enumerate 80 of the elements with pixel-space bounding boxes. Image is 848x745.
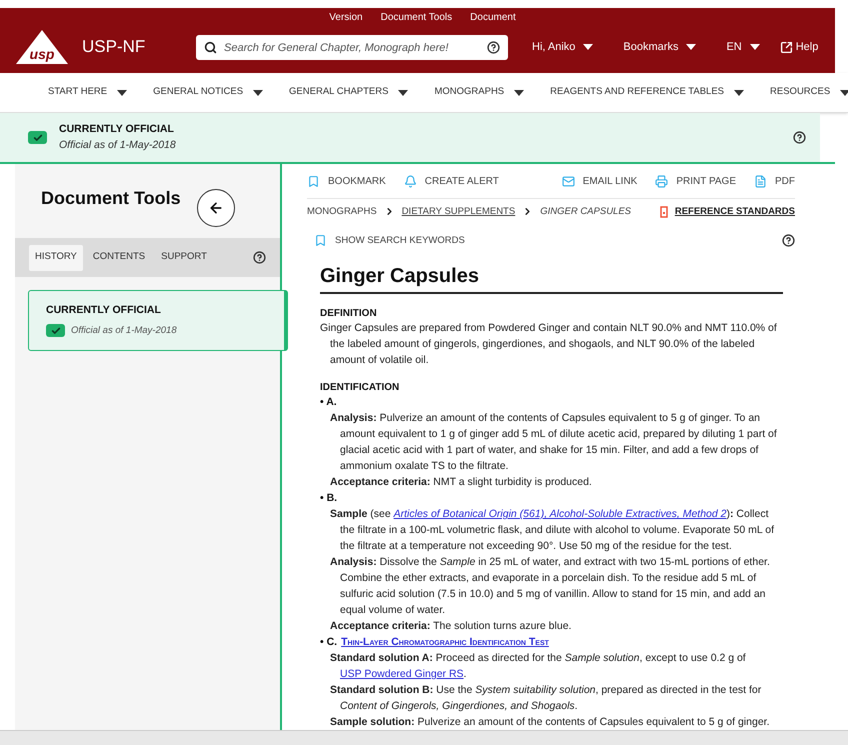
tab[interactable]: HISTORY	[29, 244, 83, 270]
reference-standards-link[interactable]: REFERENCE STANDARDS	[674, 204, 795, 219]
top-link[interactable]: Version	[329, 10, 363, 25]
vial-icon	[660, 206, 668, 218]
arrow-left-icon	[208, 200, 224, 216]
caret-icon	[253, 90, 264, 96]
toolbar-button[interactable]: PDF	[754, 174, 795, 190]
back-button[interactable]	[196, 189, 235, 227]
caret-icon	[734, 90, 744, 96]
external-link-icon	[780, 40, 793, 54]
item-label: • A.	[320, 395, 337, 410]
breadcrumb-item: MONOGRAPHS	[307, 204, 377, 219]
help-icon[interactable]	[487, 40, 500, 54]
header-menu[interactable]: EN	[726, 38, 760, 56]
paragraph: Ginger Capsules are prepared from Powdered Ginger and contain NLT 90.0% and NMT 110.0% of the labeled amount of gingerols, gingerdiones, and shogaols, and NLT 90.0% of the labeled amount of volatile oil.	[320, 321, 778, 368]
paragraph: Sample solution: Pulverize an amount of the contents of Capsules equivalent to 5 g of ginger.	[329, 715, 770, 730]
help-icon[interactable]	[782, 234, 795, 248]
caret-icon	[583, 44, 594, 50]
printer-icon	[655, 175, 668, 188]
nav-menu[interactable]: MONOGRAPHS	[434, 85, 524, 100]
document-title: Ginger Capsules	[320, 258, 783, 294]
bell-icon	[404, 175, 417, 188]
bookmark-icon	[307, 175, 320, 188]
status-title: CURRENTLY OFFICIAL	[59, 122, 175, 137]
history-date: Official as of 1-May-2018	[71, 324, 177, 338]
section-heading: IDENTIFICATION	[320, 382, 400, 394]
sidebar-title: Document Tools	[41, 186, 181, 210]
link[interactable]: Articles of Botanical Origin (561), Alcohol-Soluble Extractives, Method 2	[394, 508, 726, 520]
check-icon	[32, 132, 42, 142]
caret-icon	[840, 90, 848, 96]
item-label: • B.	[320, 491, 338, 506]
nav-menu[interactable]: GENERAL NOTICES	[153, 85, 264, 100]
breadcrumb-item: GINGER CAPSULES	[540, 204, 632, 219]
breadcrumb-item[interactable]: DIETARY SUPPLEMENTS	[402, 204, 516, 219]
nav-menu[interactable]: START HERE	[48, 85, 128, 100]
header-menu[interactable]: Bookmarks	[623, 38, 696, 56]
toolbar-button[interactable]: BOOKMARK	[307, 174, 386, 190]
tab[interactable]: CONTENTS	[86, 244, 152, 270]
bookmark-icon	[314, 234, 327, 248]
caret-icon	[514, 90, 524, 96]
toolbar-button[interactable]: CREATE ALERT	[404, 174, 499, 190]
nav-menu[interactable]: RESOURCES	[770, 85, 848, 100]
mail-icon	[562, 175, 575, 188]
history-card[interactable]: CURRENTLY OFFICIAL Official as of 1-May-2018	[28, 290, 288, 351]
link[interactable]: USP Powdered Ginger RS	[340, 668, 464, 680]
logo[interactable]: usp	[16, 30, 68, 64]
toolbar-button[interactable]: PRINT PAGE	[655, 174, 736, 190]
search-field[interactable]: Search for General Chapter, Monograph here!	[196, 35, 508, 60]
caret-icon	[398, 90, 408, 96]
nav-menu[interactable]: GENERAL CHAPTERS	[289, 85, 408, 100]
search-icon	[204, 40, 217, 54]
top-link[interactable]: Document	[470, 10, 516, 25]
top-link[interactable]: Document Tools	[380, 10, 452, 25]
paragraph: Sample (see Articles of Botanical Origin (561), Alcohol-Soluble Extractives, Method 2): Collect the filtrate in a 100-mL volumetric flask, and dilute with alcohol to volume. Evaporate 50 mL of the filtrate at a temperature not exceeding 90°. Use 50 mg of the residue for the test.	[329, 507, 776, 554]
item-label: • C.	[320, 635, 338, 650]
horizontal-scrollbar[interactable]	[0, 730, 848, 745]
test-link[interactable]: Thin-Layer Chromatographic Identification Test	[341, 634, 549, 650]
keywords-toggle[interactable]: SHOW SEARCH KEYWORDS	[314, 234, 465, 248]
header-menu[interactable]: Hi, Aniko	[532, 38, 594, 56]
help-icon[interactable]	[253, 251, 266, 264]
nav-menu[interactable]: REAGENTS AND REFERENCE TABLES	[550, 85, 744, 100]
document-icon	[754, 175, 767, 188]
help-link[interactable]: Help	[780, 38, 818, 56]
history-title: CURRENTLY OFFICIAL	[46, 303, 162, 318]
paragraph: Standard solution B: Use the System suitability solution, prepared as directed in the test for Content of Gingerols, Gingerdiones, and Shogaols.	[329, 683, 762, 714]
toolbar-button[interactable]: EMAIL LINK	[562, 174, 638, 190]
paragraph: Analysis: Dissolve the Sample in 25 mL of water, and extract with two 15-mL portions of ether. Combine the ether extracts, and evaporate in a porcelain dish. To the residue add 5 mL of sulfuric acid solution (7.5 in 10.0) and 5 mg of vanillin. Allow to stand for 15 min, and add an equal volume of water.	[329, 555, 771, 618]
paragraph: Analysis: Pulverize an amount of the contents of Capsules equivalent to 5 g of ginger. To an amount equivalent to 1 g of ginger add 5 mL of dilute acetic acid, prepared by diluting 1 part of glacial acetic acid with 1 part of water, and shake for 15 min. Filter, and add a few drops of ammonium oxalate TS to the filtrate.	[329, 411, 778, 474]
caret-icon	[750, 44, 760, 50]
paragraph: Acceptance criteria: NMT a slight turbidity is produced.	[329, 475, 593, 490]
paragraph: Acceptance criteria: The solution turns azure blue.	[329, 619, 572, 634]
brand-name: USP-NF	[82, 36, 146, 58]
check-icon	[50, 326, 60, 336]
help-icon[interactable]	[793, 131, 806, 144]
section-heading: DEFINITION	[320, 308, 378, 320]
status-date: Official as of 1-May-2018	[59, 138, 177, 152]
paragraph: Standard solution A: Proceed as directed for the Sample solution, except to use 0.2 g of USP Powdered Ginger RS.	[329, 651, 747, 682]
caret-icon	[117, 90, 128, 96]
tab[interactable]: SUPPORT	[155, 244, 213, 270]
caret-icon	[686, 44, 696, 50]
